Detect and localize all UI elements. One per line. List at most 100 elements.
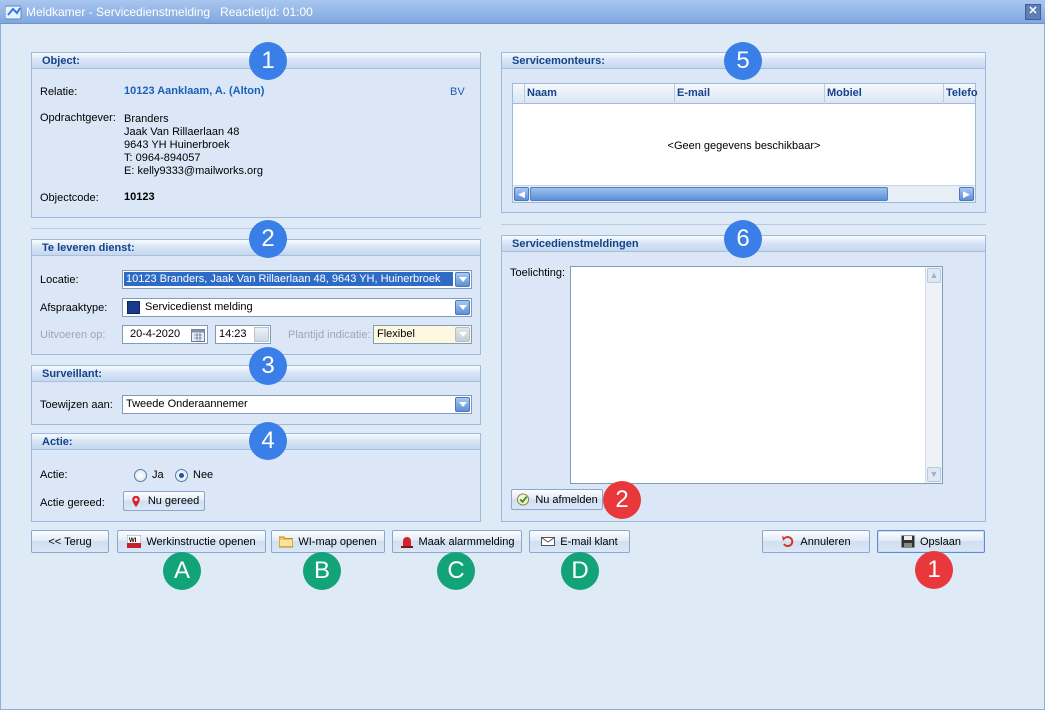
- callout-2: 2: [249, 220, 287, 258]
- radio-nee[interactable]: [175, 469, 188, 482]
- toewijzen-label: Toewijzen aan:: [40, 399, 113, 411]
- chevron-down-icon[interactable]: [455, 397, 470, 412]
- save-icon: [901, 535, 915, 548]
- radio-ja[interactable]: [134, 469, 147, 482]
- opdrachtgever-label: Opdrachtgever:: [40, 112, 116, 124]
- column-separator: [524, 84, 525, 104]
- calendar-icon[interactable]: [191, 328, 205, 342]
- scroll-up-icon[interactable]: ▲: [927, 268, 941, 283]
- scroll-down-icon[interactable]: ▼: [927, 467, 941, 482]
- afspraaktype-select[interactable]: Servicedienst melding: [122, 298, 472, 317]
- callout-red-2: 2: [603, 481, 641, 519]
- app-icon: [5, 5, 22, 20]
- objectcode-label: Objectcode:: [40, 192, 99, 204]
- objectcode-value: 10123: [124, 191, 155, 203]
- afspraaktype-label: Afspraaktype:: [40, 302, 108, 314]
- plantijd-value: Flexibel: [377, 328, 415, 340]
- plantijd-select[interactable]: Flexibel: [373, 325, 472, 344]
- afspraaktype-value: Servicedienst melding: [145, 301, 253, 313]
- scrollbar-thumb[interactable]: [530, 187, 888, 201]
- color-swatch-icon: [127, 301, 140, 314]
- opslaan-button[interactable]: Opslaan: [877, 530, 985, 553]
- scroll-left-icon[interactable]: ◀: [514, 187, 529, 201]
- column-separator: [943, 84, 944, 104]
- scroll-right-icon[interactable]: ▶: [959, 187, 974, 201]
- nu-afmelden-label: Nu afmelden: [535, 493, 598, 506]
- terug-label: << Terug: [48, 535, 92, 548]
- annuleren-button[interactable]: Annuleren: [762, 530, 870, 553]
- toewijzen-select[interactable]: Tweede Onderaannemer: [122, 395, 472, 414]
- locatie-value: 10123 Branders, Jaak Van Rillaerlaan 48,…: [124, 272, 453, 286]
- radio-ja-label[interactable]: Ja: [152, 469, 164, 481]
- radio-nee-label[interactable]: Nee: [193, 469, 213, 481]
- callout-4: 4: [249, 422, 287, 460]
- meldingen-panel: Servicedienstmeldingen Toelichting: ▲ ▼ …: [501, 235, 986, 522]
- undo-icon: [782, 536, 794, 548]
- column-mobiel[interactable]: Mobiel: [827, 87, 862, 99]
- column-naam[interactable]: Naam: [527, 87, 557, 99]
- column-separator: [824, 84, 825, 104]
- wimap-button[interactable]: WI-map openen: [271, 530, 385, 553]
- column-email[interactable]: E-mail: [677, 87, 710, 99]
- opslaan-label: Opslaan: [920, 535, 961, 548]
- time-value: 14:23: [219, 328, 247, 340]
- column-telefoon[interactable]: Telefo: [946, 87, 978, 99]
- nu-afmelden-button[interactable]: Nu afmelden: [511, 489, 603, 510]
- plantijd-label: Plantijd indicatie:: [288, 329, 371, 341]
- window-title: Meldkamer - Servicedienstmelding Reactie…: [26, 5, 313, 19]
- locatie-label: Locatie:: [40, 274, 79, 286]
- time-field[interactable]: 14:23: [215, 325, 271, 344]
- wimap-label: WI-map openen: [298, 535, 377, 548]
- opdrachtgever-line: E: kelly9333@mailworks.org: [124, 165, 263, 177]
- relatie-label: Relatie:: [40, 86, 78, 98]
- opdrachtgever-line: Jaak Van Rillaerlaan 48: [124, 126, 240, 138]
- opdrachtgever-line: Branders: [124, 113, 169, 125]
- chevron-down-icon[interactable]: [455, 327, 470, 342]
- check-clock-icon: [517, 493, 530, 506]
- monteurs-grid[interactable]: Naam E-mail Mobiel Telefo <Geen gegevens…: [512, 83, 978, 203]
- toelichting-textarea[interactable]: ▲ ▼: [570, 266, 943, 484]
- chevron-down-icon[interactable]: [455, 300, 470, 315]
- callout-3: 3: [249, 347, 287, 385]
- callout-red-1: 1: [915, 551, 953, 589]
- close-icon[interactable]: ✕: [1025, 4, 1041, 20]
- grid-header: Naam E-mail Mobiel Telefo: [513, 84, 978, 104]
- email-button[interactable]: E-mail klant: [529, 530, 630, 553]
- werkinstructie-button[interactable]: WI Werkinstructie openen: [117, 530, 266, 553]
- relatie-tag: BV: [450, 86, 465, 98]
- callout-d: D: [561, 552, 599, 590]
- uitvoeren-label: Uitvoeren op:: [40, 329, 106, 341]
- wi-document-icon: WI: [127, 535, 142, 548]
- alarm-label: Maak alarmmelding: [418, 535, 515, 548]
- horizontal-scrollbar[interactable]: ◀ ▶: [513, 185, 975, 202]
- locatie-select[interactable]: 10123 Branders, Jaak Van Rillaerlaan 48,…: [122, 270, 472, 289]
- folder-icon: [279, 536, 294, 548]
- callout-c: C: [437, 552, 475, 590]
- callout-1: 1: [249, 42, 287, 80]
- chevron-down-icon[interactable]: [455, 272, 470, 287]
- vertical-scrollbar[interactable]: ▲ ▼: [925, 267, 942, 483]
- callout-5: 5: [724, 42, 762, 80]
- opdrachtgever-line: T: 0964-894057: [124, 152, 201, 164]
- time-spinner[interactable]: [254, 327, 269, 342]
- annuleren-label: Annuleren: [800, 535, 851, 548]
- nu-gereed-label: Nu gereed: [147, 495, 200, 507]
- date-field[interactable]: 20-4-2020: [122, 325, 208, 344]
- envelope-icon: [541, 537, 556, 546]
- toewijzen-value: Tweede Onderaannemer: [126, 398, 248, 410]
- actie-gereed-label: Actie gereed:: [40, 497, 105, 509]
- svg-text:WI: WI: [129, 538, 137, 544]
- siren-icon: [400, 537, 413, 548]
- alarm-button[interactable]: Maak alarmmelding: [392, 530, 522, 553]
- relatie-value[interactable]: 10123 Aanklaam, A. (Alton): [124, 85, 264, 97]
- callout-6: 6: [724, 220, 762, 258]
- column-separator: [674, 84, 675, 104]
- dienst-panel: Te leveren dienst: Locatie: 10123 Brande…: [31, 239, 481, 355]
- date-value: 20-4-2020: [130, 328, 181, 340]
- email-label: E-mail klant: [560, 535, 618, 548]
- nu-gereed-button[interactable]: Nu gereed: [123, 491, 205, 511]
- actie-label: Actie:: [40, 469, 68, 481]
- toelichting-label: Toelichting:: [510, 267, 566, 279]
- werkinstructie-label: Werkinstructie openen: [146, 535, 256, 548]
- terug-button[interactable]: << Terug: [31, 530, 109, 553]
